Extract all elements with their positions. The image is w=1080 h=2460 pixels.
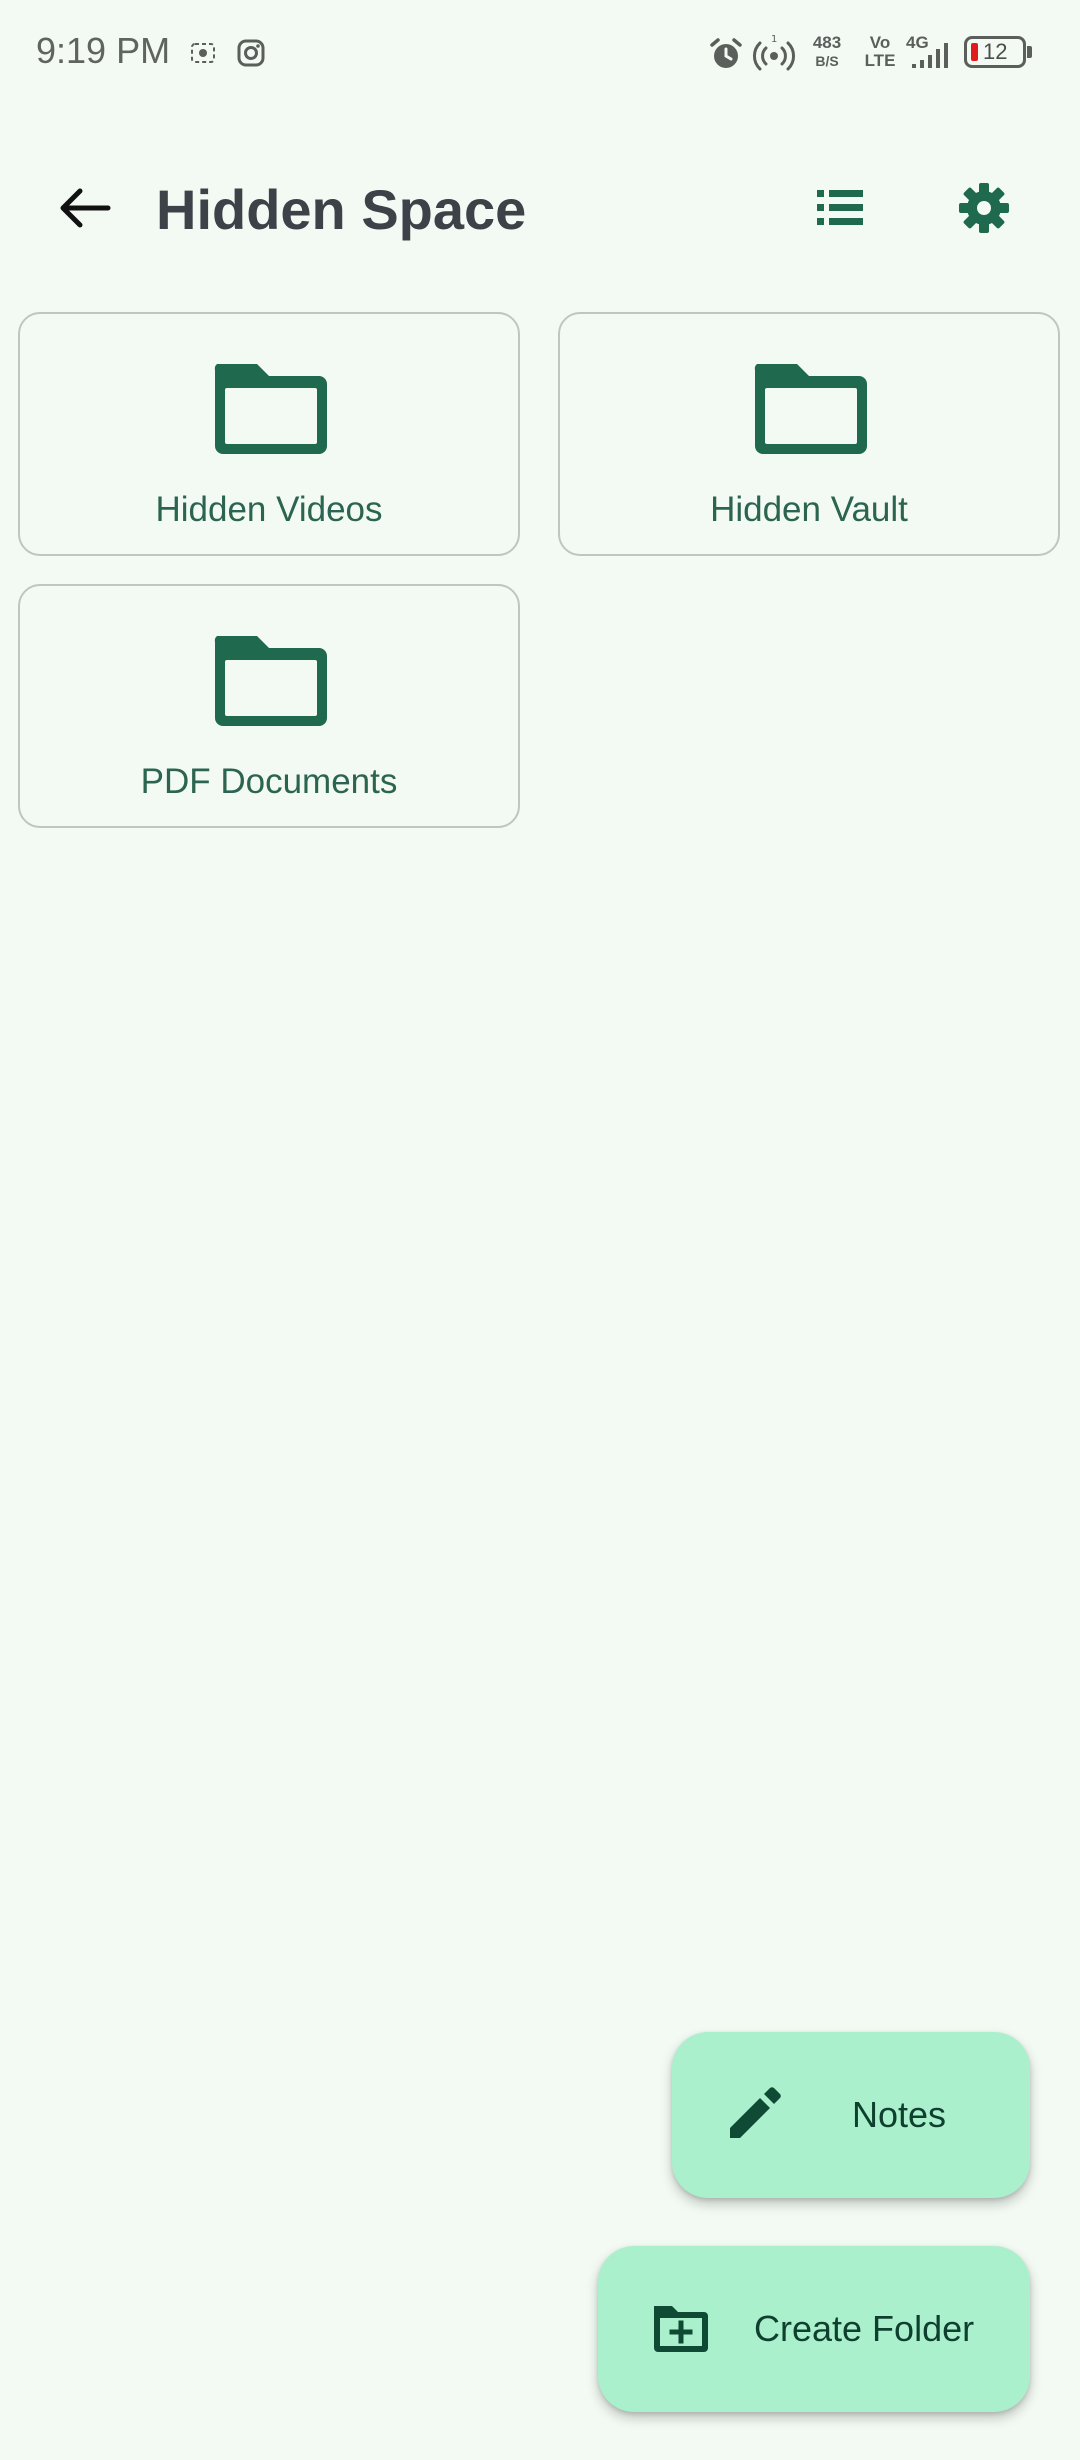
list-view-button[interactable] <box>800 170 880 250</box>
alarm-icon <box>708 36 744 77</box>
arrow-back-icon <box>56 186 112 235</box>
instagram-icon <box>236 38 266 73</box>
status-time: 9:19 PM <box>36 30 171 71</box>
folder-card-hidden-vault[interactable]: Hidden Vault <box>558 312 1060 556</box>
folder-icon <box>211 358 331 458</box>
battery-fill <box>971 43 978 61</box>
folder-icon <box>211 630 331 730</box>
folder-card-hidden-videos[interactable]: Hidden Videos <box>18 312 520 556</box>
volte-top: Vo <box>869 33 891 52</box>
status-bar: 9:19 PM 1 483 B/S Vo LTE 4G 12 <box>0 0 1080 108</box>
signal-icon <box>910 40 958 75</box>
battery-cap <box>1027 46 1032 58</box>
create-folder-fab-label: Create Folder <box>754 2308 975 2349</box>
network-speed-value: 483 <box>812 33 842 52</box>
screen: 9:19 PM 1 483 B/S Vo LTE 4G 12 Hidden Sp… <box>0 0 1080 2460</box>
network-speed: 483 B/S <box>806 34 848 70</box>
page-title: Hidden Space <box>156 178 527 241</box>
network-speed-unit: B/S <box>815 53 839 69</box>
notes-fab-label: Notes <box>852 2094 947 2135</box>
volte-bottom: LTE <box>864 51 896 70</box>
settings-button[interactable] <box>944 170 1024 250</box>
screenshot-icon <box>190 40 216 71</box>
volte-indicator: Vo LTE <box>862 34 898 70</box>
list-view-icon <box>815 186 865 235</box>
app-bar: Hidden Space <box>0 140 1080 270</box>
folder-icon <box>751 358 871 458</box>
create-folder-fab[interactable]: Create Folder <box>598 2246 1030 2412</box>
battery-level: 12 <box>983 39 1008 64</box>
back-button[interactable] <box>44 170 124 250</box>
battery-icon: 12 <box>964 36 1026 68</box>
folder-label: Hidden Vault <box>710 490 908 529</box>
hotspot-icon: 1 <box>752 32 796 79</box>
create-folder-icon <box>650 2302 712 2361</box>
notes-fab[interactable]: Notes <box>672 2032 1030 2198</box>
gear-icon <box>957 181 1011 240</box>
folder-card-pdf-documents[interactable]: PDF Documents <box>18 584 520 828</box>
folder-label: Hidden Videos <box>155 490 383 529</box>
pencil-icon <box>724 2084 784 2149</box>
svg-text:1: 1 <box>771 34 777 45</box>
folder-label: PDF Documents <box>140 762 398 801</box>
